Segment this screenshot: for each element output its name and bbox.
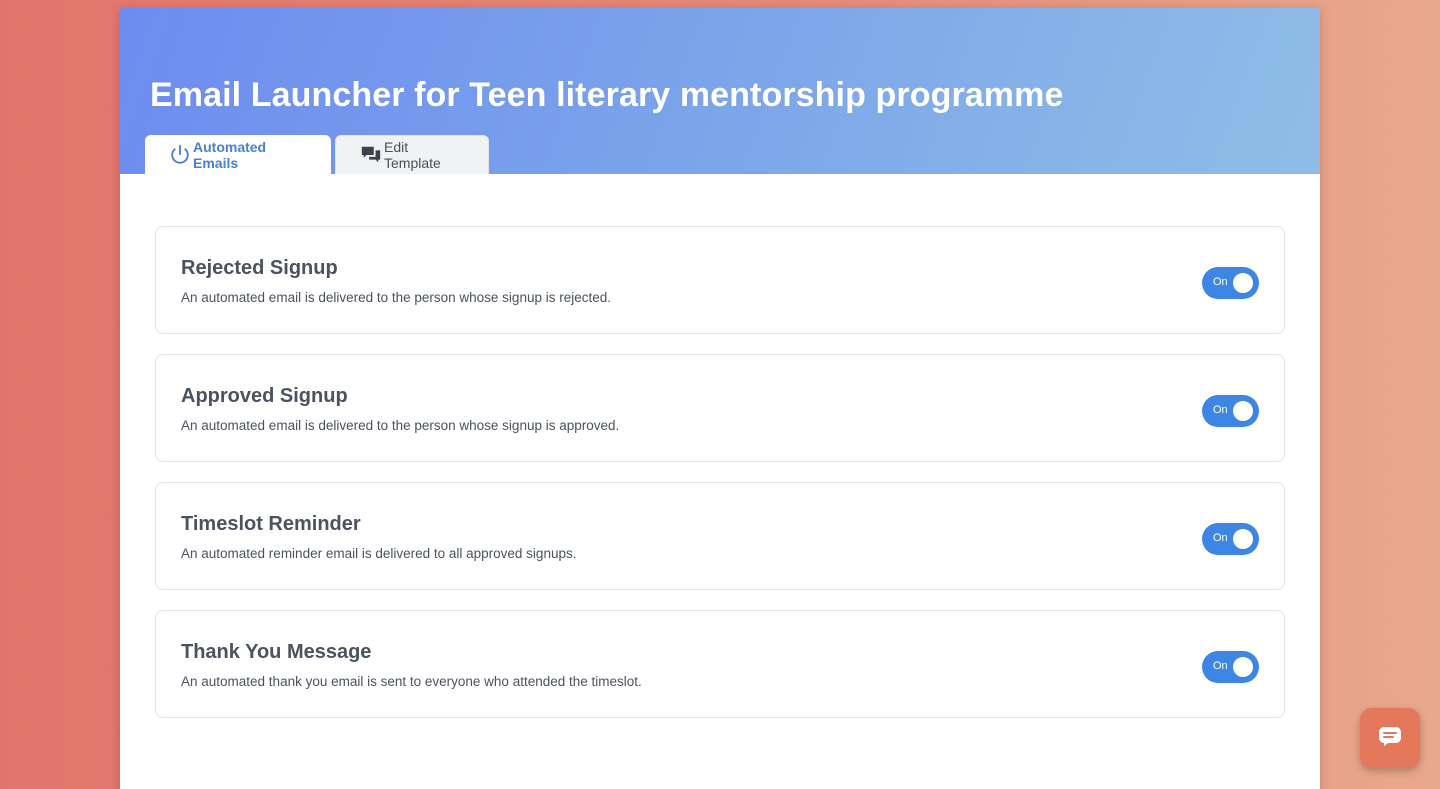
email-card-timeslot-reminder: Timeslot Reminder An automated reminder … xyxy=(155,482,1285,590)
toggle-knob xyxy=(1233,401,1253,421)
automated-email-list: Rejected Signup An automated email is de… xyxy=(155,226,1285,738)
tab-automated-emails[interactable]: Automated Emails xyxy=(145,135,331,174)
chat-bubbles-icon xyxy=(360,144,382,166)
power-icon xyxy=(169,144,191,166)
card-description: An automated email is delivered to the p… xyxy=(181,290,611,305)
card-description: An automated email is delivered to the p… xyxy=(181,418,620,433)
chat-icon xyxy=(1377,725,1403,752)
toggle-label: On xyxy=(1213,532,1228,544)
toggle-knob xyxy=(1233,273,1253,293)
email-card-approved-signup: Approved Signup An automated email is de… xyxy=(155,354,1285,462)
toggle-label: On xyxy=(1213,404,1228,416)
email-card-thank-you-message: Thank You Message An automated thank you… xyxy=(155,610,1285,718)
tab-label: Edit Template xyxy=(384,139,441,171)
main-panel: Email Launcher for Teen literary mentors… xyxy=(120,8,1320,789)
toggle-switch[interactable]: On xyxy=(1202,523,1259,555)
card-title: Thank You Message xyxy=(181,641,372,663)
toggle-label: On xyxy=(1213,276,1228,288)
header-banner: Email Launcher for Teen literary mentors… xyxy=(120,8,1320,174)
card-title: Approved Signup xyxy=(181,385,348,407)
card-title: Rejected Signup xyxy=(181,257,338,279)
toggle-switch[interactable]: On xyxy=(1202,267,1259,299)
card-description: An automated thank you email is sent to … xyxy=(181,674,642,689)
page-title: Email Launcher for Teen literary mentors… xyxy=(150,76,1064,114)
card-title: Timeslot Reminder xyxy=(181,513,361,535)
toggle-switch[interactable]: On xyxy=(1202,395,1259,427)
tab-edit-template[interactable]: Edit Template xyxy=(335,135,489,174)
toggle-switch[interactable]: On xyxy=(1202,651,1259,683)
chat-launcher-button[interactable] xyxy=(1360,708,1420,768)
email-card-rejected-signup: Rejected Signup An automated email is de… xyxy=(155,226,1285,334)
toggle-knob xyxy=(1233,657,1253,677)
card-description: An automated reminder email is delivered… xyxy=(181,546,577,561)
toggle-label: On xyxy=(1213,660,1228,672)
tab-label: Automated Emails xyxy=(193,138,267,171)
tab-bar: Automated Emails Edit Template xyxy=(145,135,489,174)
toggle-knob xyxy=(1233,529,1253,549)
